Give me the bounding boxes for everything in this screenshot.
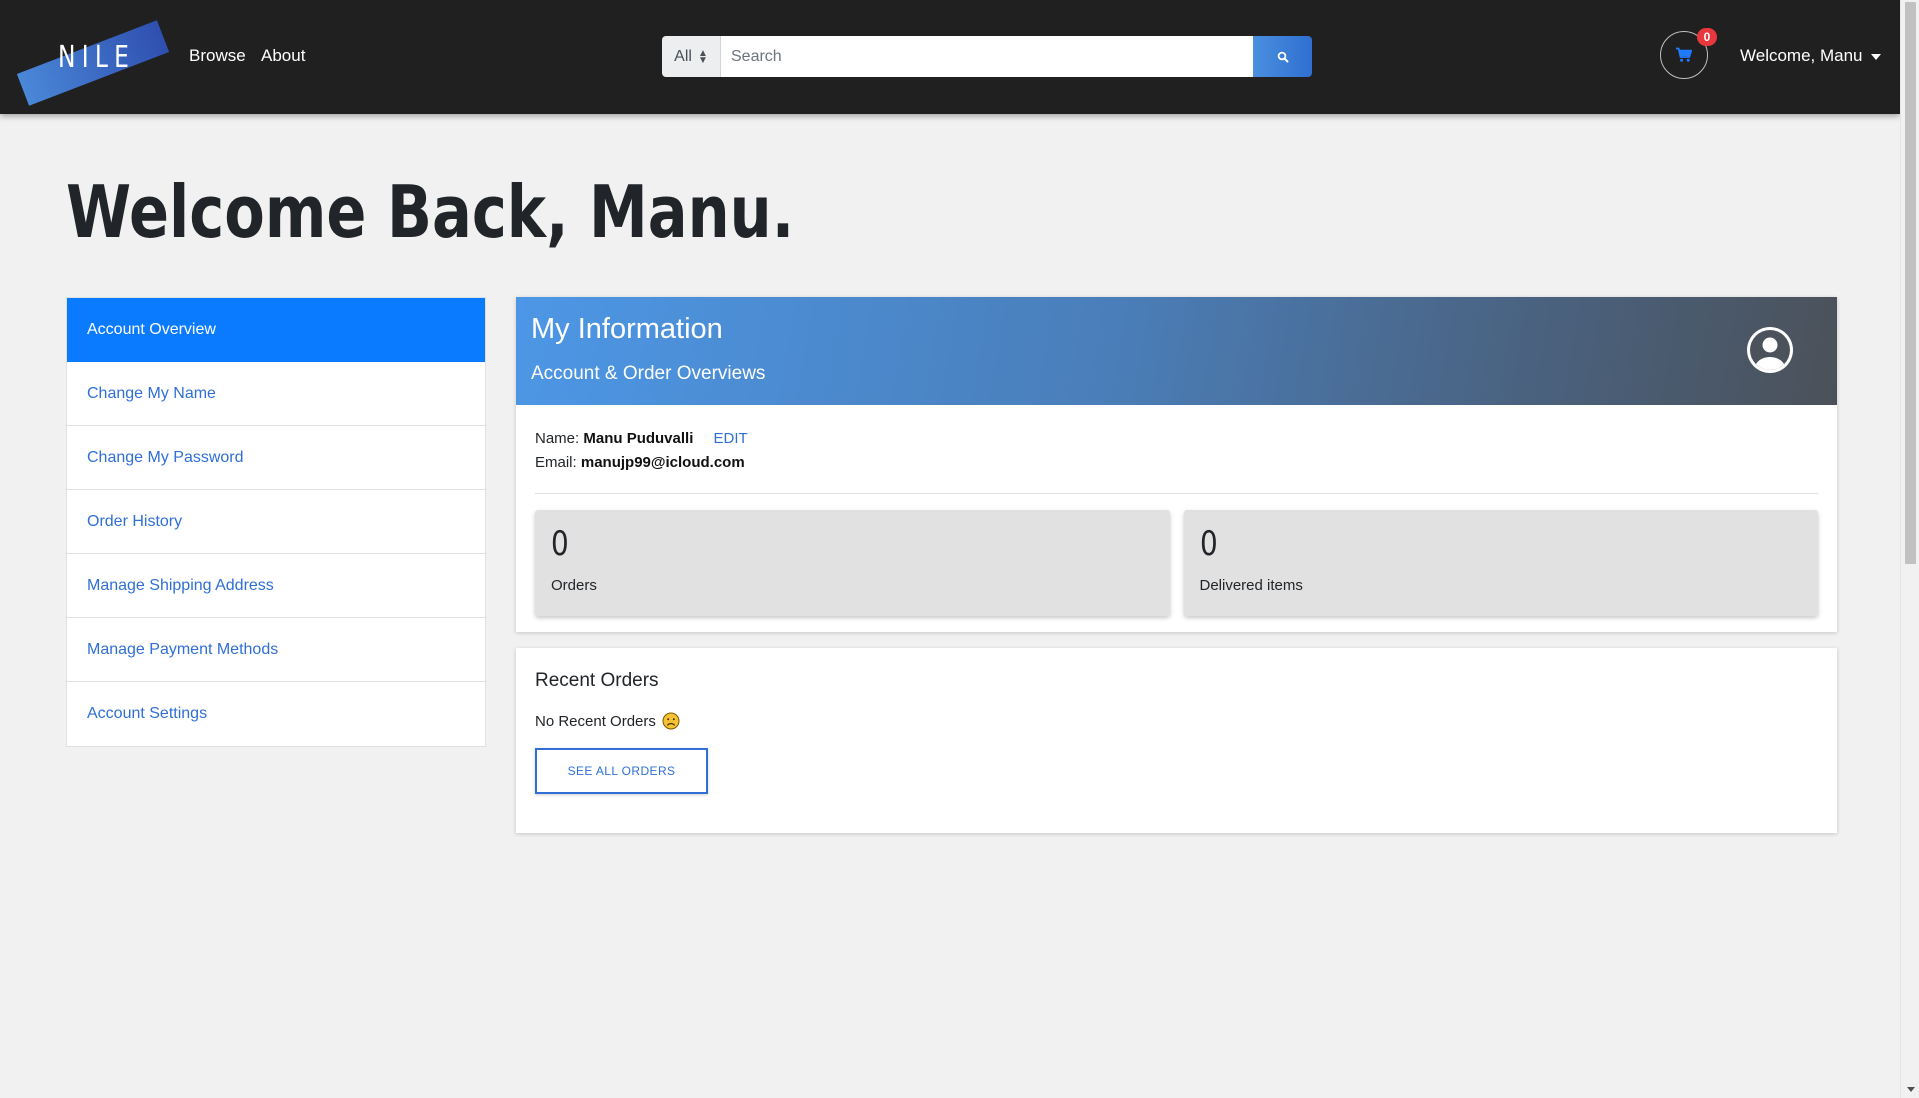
delivered-count: 0: [1199, 524, 1218, 564]
name-label: Name:: [535, 430, 580, 447]
recent-orders-empty: No Recent Orders: [535, 712, 1818, 730]
nav-link-browse[interactable]: Browse: [189, 46, 246, 66]
scroll-down-arrow-icon[interactable]: [1907, 1087, 1915, 1092]
page-scrollbar[interactable]: [1900, 0, 1919, 1098]
my-information-card: My Information Account & Order Overviews…: [516, 297, 1837, 632]
info-card-body: Name: Manu Puduvalli EDIT Email: manujp9…: [516, 405, 1837, 616]
search-bar: All ▲ ▼: [662, 36, 1312, 77]
account-sidebar: Account Overview Change My Name Change M…: [66, 297, 486, 747]
sidebar-item-change-name[interactable]: Change My Name: [67, 362, 485, 426]
top-navbar: NILE Browse About All ▲ ▼: [0, 0, 1900, 114]
recent-orders-empty-text: No Recent Orders: [535, 712, 656, 730]
caret-down-icon: [1870, 54, 1881, 60]
info-card-subtitle: Account & Order Overviews: [531, 363, 766, 384]
search-icon: [1277, 51, 1288, 62]
sidebar-item-payment-methods[interactable]: Manage Payment Methods: [67, 618, 485, 682]
recent-orders-title: Recent Orders: [535, 670, 659, 691]
email-row: Email: manujp99@icloud.com: [535, 451, 1818, 475]
info-card-header: My Information Account & Order Overviews: [516, 297, 1837, 405]
stats-row: 0 Orders 0 Delivered items: [535, 494, 1818, 616]
orders-count: 0: [551, 524, 569, 564]
user-avatar-icon: [1747, 327, 1793, 373]
name-value: Manu Puduvalli: [583, 430, 694, 447]
user-menu-label: Welcome, Manu: [1740, 46, 1863, 65]
nav-link-about[interactable]: About: [261, 46, 305, 66]
scrollbar-thumb[interactable]: [1905, 2, 1916, 564]
sidebar-item-account-settings[interactable]: Account Settings: [67, 682, 485, 746]
shopping-cart-icon: [1676, 47, 1693, 62]
page-title: Welcome Back, Manu.: [66, 170, 795, 254]
delivered-label: Delivered items: [1199, 577, 1303, 594]
sidebar-item-order-history[interactable]: Order History: [67, 490, 485, 554]
recent-orders-card: Recent Orders No Recent Orders SEE ALL O…: [516, 648, 1837, 833]
account-details: Name: Manu Puduvalli EDIT Email: manujp9…: [535, 405, 1818, 494]
name-row: Name: Manu Puduvalli EDIT: [535, 427, 1818, 451]
search-input[interactable]: [721, 36, 1253, 77]
orders-stat-box: 0 Orders: [535, 510, 1170, 616]
orders-label: Orders: [551, 577, 597, 594]
sidebar-item-shipping-address[interactable]: Manage Shipping Address: [67, 554, 485, 618]
cart-count-badge: 0: [1697, 28, 1717, 46]
search-category-value: All: [674, 47, 692, 65]
info-card-title: My Information: [531, 313, 723, 345]
brand-logo-text: NILE: [58, 40, 136, 75]
see-all-orders-button[interactable]: SEE ALL ORDERS: [535, 748, 708, 794]
user-menu-dropdown[interactable]: Welcome, Manu: [1740, 46, 1881, 66]
email-label: Email:: [535, 454, 577, 471]
sidebar-item-change-password[interactable]: Change My Password: [67, 426, 485, 490]
delivered-stat-box: 0 Delivered items: [1183, 510, 1818, 616]
brand-logo[interactable]: NILE: [14, 20, 170, 106]
email-value: manujp99@icloud.com: [580, 454, 745, 471]
edit-name-link[interactable]: EDIT: [714, 430, 748, 447]
sad-face-icon: [662, 712, 680, 730]
sidebar-item-account-overview[interactable]: Account Overview: [67, 298, 485, 362]
search-button[interactable]: [1253, 36, 1312, 77]
select-arrows-icon: ▲ ▼: [697, 47, 708, 66]
search-category-select[interactable]: All ▲ ▼: [662, 36, 721, 77]
